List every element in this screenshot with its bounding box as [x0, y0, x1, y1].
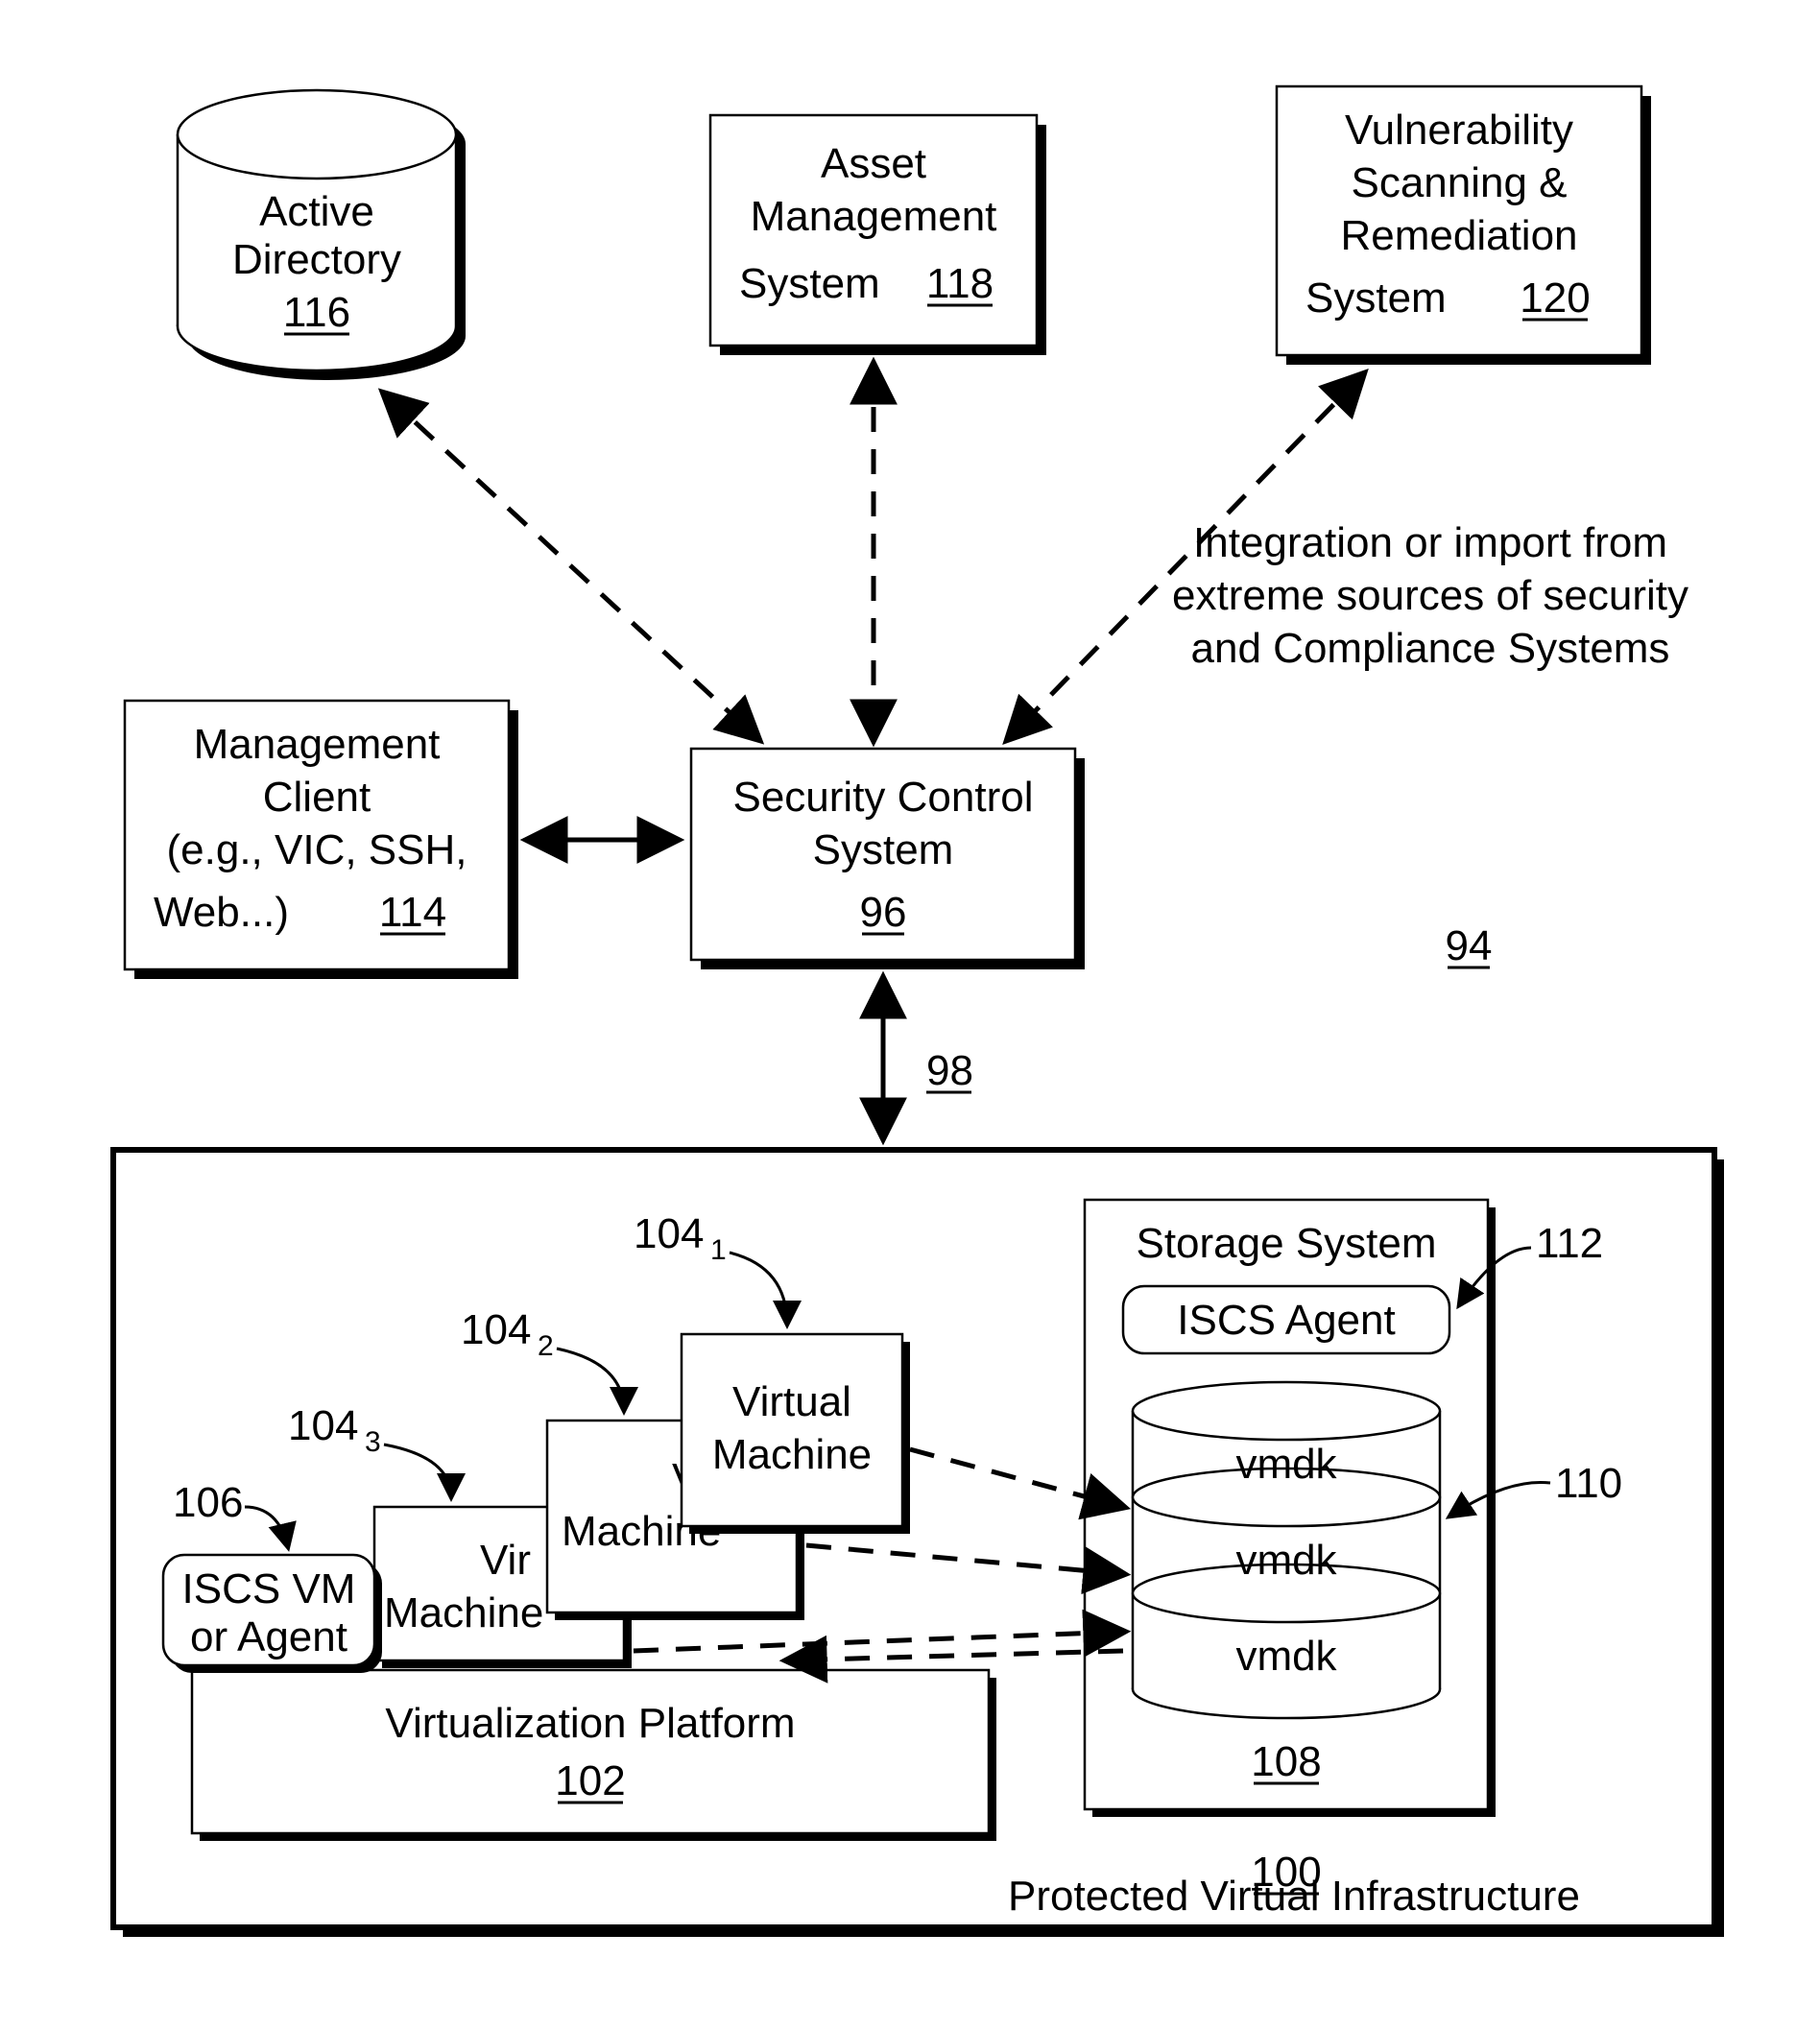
vuln-l2: Scanning &	[1351, 159, 1567, 206]
security-control-system-block: Security Control System 96	[691, 749, 1085, 969]
diagram-outer-ref: 94	[1446, 922, 1493, 969]
mgmt-client-l3: (e.g., VIC, SSH,	[167, 826, 467, 873]
vuln-l4: System	[1305, 275, 1447, 322]
vmdk-2: vmdk	[1235, 1537, 1337, 1584]
svg-text:104: 104	[288, 1402, 358, 1449]
virt-platform-label: Virtualization Platform	[385, 1700, 795, 1747]
connector-ad-scs	[384, 394, 758, 739]
vm3-l2: Machine	[384, 1589, 543, 1636]
active-directory-ref: 116	[283, 289, 350, 336]
integration-note-l2: extreme sources of security	[1172, 572, 1688, 619]
vmdk-stack-ref: 108	[1251, 1738, 1321, 1785]
vmdk-3: vmdk	[1235, 1633, 1337, 1680]
diagram-canvas: Active Directory 116 Asset Management Sy…	[0, 0, 1820, 2030]
integration-note-l3: and Compliance Systems	[1191, 625, 1670, 672]
svg-text:2: 2	[538, 1330, 554, 1362]
iscs-vm-agent-block: ISCS VM or Agent	[163, 1555, 382, 1673]
integration-note: Integration or import from extreme sourc…	[1172, 519, 1688, 672]
active-directory-block: Active Directory 116	[178, 90, 466, 380]
virt-platform-ref: 102	[555, 1757, 625, 1804]
svg-text:104: 104	[634, 1210, 704, 1257]
iscs-agent-label: ISCS Agent	[1177, 1297, 1395, 1344]
scs-l2: System	[813, 826, 954, 873]
mgmt-client-l4: Web...)	[154, 889, 289, 936]
mgmt-client-l2: Client	[263, 774, 371, 821]
svg-text:106: 106	[173, 1479, 243, 1526]
asset-management-block: Asset Management System 118	[710, 115, 1046, 355]
svg-text:104: 104	[461, 1306, 531, 1353]
vmdk-stack: vmdk vmdk vmdk	[1133, 1382, 1440, 1718]
vuln-ref: 120	[1520, 275, 1590, 322]
vuln-l3: Remediation	[1340, 212, 1577, 259]
vmdk-side-ref: 110	[1555, 1460, 1622, 1507]
iscs-vm-l1: ISCS VM	[182, 1565, 356, 1612]
storage-system-ref: 100	[1251, 1849, 1321, 1896]
scs-ref: 96	[860, 889, 907, 936]
vm1-l2: Machine	[712, 1431, 872, 1478]
storage-system-label: Storage System	[1136, 1220, 1436, 1267]
storage-system-block: Storage System ISCS Agent vmdk vmdk vmdk…	[1085, 1200, 1496, 1817]
mgmt-client-ref: 114	[379, 889, 446, 936]
vm1-l1: Virtual	[732, 1378, 851, 1425]
protected-virtual-infrastructure: Protected Virtual Infrastructure Virtual…	[113, 1150, 1724, 1937]
management-client-block: Management Client (e.g., VIC, SSH, Web..…	[125, 701, 518, 979]
virtualization-platform-block: Virtualization Platform 102	[192, 1670, 996, 1841]
virtual-machine-1: Virtual Machine	[682, 1334, 910, 1534]
link-ref-98: 98	[926, 1047, 973, 1094]
vuln-l1: Vulnerability	[1345, 107, 1573, 154]
asset-mgmt-l2: Management	[751, 193, 997, 240]
asset-mgmt-ref: 118	[926, 260, 994, 307]
iscs-vm-l2: or Agent	[190, 1613, 347, 1660]
mgmt-client-l1: Management	[194, 721, 441, 768]
svg-text:1: 1	[710, 1234, 727, 1266]
scs-l1: Security Control	[732, 774, 1033, 821]
active-directory-label-2: Directory	[232, 236, 401, 283]
active-directory-label-1: Active	[259, 188, 374, 235]
svg-text:3: 3	[365, 1426, 381, 1458]
vm3-l1: Vir	[480, 1537, 531, 1584]
integration-note-l1: Integration or import from	[1193, 519, 1667, 566]
asset-mgmt-l1: Asset	[821, 140, 926, 187]
vmdk-1: vmdk	[1235, 1441, 1337, 1488]
asset-mgmt-l3: System	[739, 260, 880, 307]
vulnerability-block: Vulnerability Scanning & Remediation Sys…	[1277, 86, 1651, 365]
iscs-agent-ref: 112	[1536, 1220, 1603, 1267]
